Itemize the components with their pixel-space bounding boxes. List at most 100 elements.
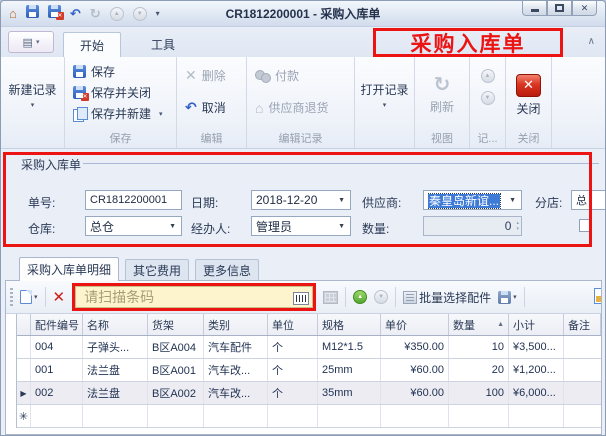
supplier-return-button: ⌂ 供应商退货 — [251, 97, 350, 118]
cell-unit-price[interactable]: ¥60.00 — [381, 359, 449, 381]
app-menu-button[interactable]: ▤ ▾ — [8, 31, 54, 53]
refresh-icon: ↻ — [434, 75, 451, 95]
tab-more-info[interactable]: 更多信息 — [195, 259, 259, 281]
cell-name[interactable]: 子弹头... — [83, 336, 148, 358]
export-save-button[interactable]: ▾ — [498, 291, 517, 304]
col-unit[interactable]: 单位 — [268, 314, 318, 335]
cell-unit-price[interactable]: ¥350.00 — [381, 336, 449, 358]
table-new-row[interactable]: ✳ — [17, 405, 601, 428]
cell-part-no[interactable]: 004 — [31, 336, 83, 358]
save-and-close-button[interactable]: ✕ 保存并关闭 — [69, 82, 172, 103]
group-save: 保存 ✕ 保存并关闭 保存并新建 ▾ 保存 — [65, 57, 177, 148]
cell-subtotal[interactable]: ¥1,200... — [509, 359, 564, 381]
save-close-icon: ✕ — [73, 86, 86, 99]
cell-remark[interactable] — [564, 359, 601, 381]
move-up-icon[interactable]: ▲ — [353, 290, 367, 304]
cell-category[interactable]: 汽车配件 — [204, 336, 268, 358]
partial-checkbox[interactable] — [579, 219, 592, 232]
col-name[interactable]: 名称 — [83, 314, 148, 335]
cell-unit[interactable]: 个 — [268, 336, 318, 358]
dropdown-icon: ▾ — [383, 101, 387, 109]
tab-home[interactable]: 开始 — [63, 32, 121, 57]
tab-detail[interactable]: 采购入库单明细 — [19, 257, 119, 281]
batch-select-button[interactable]: 批量选择配件 — [403, 289, 491, 306]
form-title-rule — [83, 163, 599, 164]
cell-qty[interactable]: 20 — [449, 359, 509, 381]
supplier-label: 供应商: — [362, 194, 401, 211]
open-record-button[interactable]: 打开记录 ▾ — [359, 61, 410, 129]
header-indicator — [17, 314, 31, 335]
cell-unit-price[interactable]: ¥60.00 — [381, 382, 449, 404]
qat-save-close-button[interactable]: ✕ — [48, 5, 61, 23]
grid-toolbar: ▾ ✕ ▲ ▼ 批量选择配件 ▾ — [6, 281, 601, 314]
redo-icon: ↻ — [90, 7, 101, 20]
col-qty[interactable]: 数量 ▲ — [449, 314, 509, 335]
undo-icon[interactable]: ↶ — [70, 7, 81, 20]
cell-qty[interactable]: 100 — [449, 382, 509, 404]
cell-unit[interactable]: 个 — [268, 359, 318, 381]
delete-row-icon[interactable]: ✕ — [53, 290, 66, 305]
maximize-button[interactable] — [547, 1, 572, 16]
cell-name[interactable]: 法兰盘 — [83, 382, 148, 404]
window-controls: ✕ — [522, 1, 597, 16]
tab-other-fees[interactable]: 其它费用 — [125, 259, 189, 281]
save-button[interactable]: 保存 — [69, 61, 172, 82]
date-combo[interactable]: 2018-12-20 ▼ — [251, 190, 351, 210]
close-window-button[interactable]: ✕ — [572, 1, 597, 16]
save-and-new-button[interactable]: 保存并新建 ▾ — [69, 103, 172, 124]
combo-arrow-icon: ▼ — [506, 197, 519, 204]
cell-qty[interactable]: 10 — [449, 336, 509, 358]
cell-subtotal[interactable]: ¥6,000... — [509, 382, 564, 404]
cell-category[interactable]: 汽车改... — [204, 359, 268, 381]
col-unit-price[interactable]: 单价 — [381, 314, 449, 335]
cell-part-no[interactable]: 002 — [31, 382, 83, 404]
col-subtotal[interactable]: 小计 — [509, 314, 564, 335]
group-view: ↻ 刷新 视图 — [415, 57, 470, 148]
branch-label: 分店: — [535, 194, 562, 211]
cell-category[interactable]: 汽车改... — [204, 382, 268, 404]
new-record-button[interactable]: 新建记录 ▾ — [5, 61, 60, 129]
row-selector[interactable] — [17, 336, 31, 358]
col-shelf[interactable]: 货架 — [148, 314, 204, 335]
collapse-ribbon-icon[interactable]: ∧ — [588, 36, 595, 47]
cell-spec[interactable]: 35mm — [318, 382, 381, 404]
qat-save-button[interactable] — [26, 5, 39, 23]
tab-tools[interactable]: 工具 — [135, 32, 191, 57]
cell-shelf[interactable]: B区A004 — [148, 336, 204, 358]
cell-unit[interactable]: 个 — [268, 382, 318, 404]
supplier-combo[interactable]: 秦皇岛新谊... ▼ — [423, 190, 522, 210]
cell-part-no[interactable]: 001 — [31, 359, 83, 381]
undo-icon: ↶ — [185, 99, 197, 116]
minimize-button[interactable] — [522, 1, 547, 16]
new-row-icon: ✳ — [17, 405, 31, 427]
cell-spec[interactable]: M12*1.5 — [318, 336, 381, 358]
warehouse-combo[interactable]: 总仓 ▼ — [85, 216, 182, 236]
combo-arrow-icon: ▼ — [335, 197, 348, 204]
branch-field[interactable]: 总 — [571, 190, 606, 210]
cell-spec[interactable]: 25mm — [318, 359, 381, 381]
cell-shelf[interactable]: B区A002 — [148, 382, 204, 404]
record-up-icon: ▲ — [110, 7, 124, 21]
row-selector[interactable] — [17, 359, 31, 381]
close-button[interactable]: ✕ 关闭 — [510, 61, 547, 129]
home-payment-icon[interactable]: ⌂ — [9, 7, 17, 20]
col-remark[interactable]: 备注 — [564, 314, 601, 335]
operator-combo[interactable]: 管理员 ▼ — [251, 216, 351, 236]
toolbar-grip[interactable] — [10, 288, 13, 306]
payment-button: 付款 — [251, 65, 350, 86]
cell-remark[interactable] — [564, 382, 601, 404]
col-part-no[interactable]: 配件编号 — [31, 314, 83, 335]
barcode-input[interactable] — [75, 286, 313, 308]
cell-subtotal[interactable]: ¥3,500... — [509, 336, 564, 358]
col-category[interactable]: 类别 — [204, 314, 268, 335]
cancel-button[interactable]: ↶ 取消 — [181, 97, 242, 118]
row-selector[interactable]: ▶ — [17, 382, 31, 404]
cell-name[interactable]: 法兰盘 — [83, 359, 148, 381]
parts-table: 配件编号 名称 货架 类别 单位 规格 单价 数量 ▲ 小计 备注 004 子弹… — [16, 314, 601, 428]
qat-dropdown-icon[interactable]: ▾ — [156, 9, 160, 18]
cell-remark[interactable] — [564, 336, 601, 358]
col-spec[interactable]: 规格 — [318, 314, 381, 335]
order-no-field[interactable]: CR1812200001 — [85, 190, 182, 210]
add-row-button[interactable]: ▾ — [20, 290, 38, 304]
cell-shelf[interactable]: B区A001 — [148, 359, 204, 381]
